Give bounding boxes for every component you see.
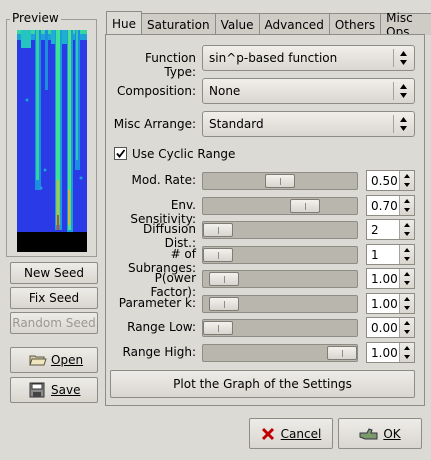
slider-value-spinbox[interactable]: 2 (366, 219, 415, 240)
slider-value-spinbox[interactable]: 1 (366, 244, 415, 265)
composition-select[interactable]: None (202, 78, 415, 104)
slider-track[interactable] (202, 295, 358, 313)
updown-arrows-icon (400, 51, 407, 65)
plot-graph-button[interactable]: Plot the Graph of the Settings (110, 370, 415, 398)
slider-thumb[interactable] (209, 272, 239, 286)
new-seed-button[interactable]: New Seed (10, 262, 98, 284)
slider-label: Diffusion Dist.: (143, 222, 196, 250)
updown-arrows-icon (404, 346, 410, 359)
slider-label: Range High: (122, 345, 196, 359)
slider-value-spinbox[interactable]: 0.00 (366, 317, 415, 338)
spin-arrows[interactable] (399, 220, 414, 239)
spin-arrows[interactable] (399, 269, 414, 288)
function-type-label: Function Type: (144, 51, 196, 79)
slider-value-spinbox[interactable]: 0.50 (366, 170, 415, 191)
slider-value-spinbox[interactable]: 1.00 (366, 293, 415, 314)
composition-value: None (209, 84, 241, 98)
cancel-button-label: Cancel (280, 426, 322, 441)
spinbox-value: 0.70 (371, 198, 398, 213)
slider-thumb[interactable] (209, 297, 239, 311)
spin-arrows[interactable] (399, 196, 414, 215)
slider-track[interactable] (202, 270, 358, 288)
updown-arrows-icon (404, 174, 410, 187)
tab-misc-ops[interactable]: Misc Ops. (380, 11, 431, 39)
preview-label: Preview (10, 11, 61, 25)
spin-arrows[interactable] (399, 318, 414, 337)
cyclic-range-label: Use Cyclic Range (132, 147, 236, 161)
spinbox-value: 0.50 (371, 173, 398, 188)
slider-track[interactable] (202, 319, 358, 337)
spinbox-value: 1 (371, 247, 379, 262)
preview-image (17, 30, 87, 252)
cancel-button[interactable]: Cancel (249, 418, 333, 449)
ok-button[interactable]: OK (338, 418, 422, 449)
slider-label: Mod. Rate: (131, 173, 197, 187)
spinbox-value: 0.00 (371, 320, 398, 335)
slider-label: P(ower Factor): (150, 271, 196, 299)
random-seed-button[interactable]: Random Seed (10, 312, 98, 334)
slider-label: Range Low: (127, 320, 196, 334)
updown-arrows-icon (404, 199, 410, 212)
updown-arrows-icon (404, 321, 410, 334)
tab-advanced[interactable]: Advanced (258, 13, 330, 35)
tab-bar: Hue Saturation Value Advanced Others Mis… (106, 11, 431, 39)
function-type-value: sin^p-based function (209, 51, 338, 65)
spin-arrows[interactable] (399, 294, 414, 313)
checkmark-icon (116, 149, 126, 158)
slider-thumb[interactable] (327, 346, 357, 360)
ok-button-label: OK (383, 426, 401, 441)
slider-track[interactable] (202, 344, 358, 362)
open-button-label: Open (51, 353, 84, 367)
slider-thumb[interactable] (203, 223, 233, 237)
tab-others[interactable]: Others (328, 13, 382, 35)
slider-value-spinbox[interactable]: 0.70 (366, 195, 415, 216)
slider-label: Parameter k: (118, 296, 196, 310)
updown-arrows-icon (404, 248, 410, 261)
updown-arrows-icon (400, 84, 407, 98)
spinbox-value: 1.00 (371, 345, 398, 360)
spinbox-value: 1.00 (371, 296, 398, 311)
function-type-select[interactable]: sin^p-based function (202, 45, 415, 71)
tab-hue[interactable]: Hue (106, 11, 143, 35)
spin-arrows[interactable] (399, 245, 414, 264)
cancel-x-icon (261, 427, 274, 440)
preview-canvas (17, 30, 87, 252)
misc-arrange-value: Standard (209, 117, 264, 131)
slider-track[interactable] (202, 221, 358, 239)
composition-label: Composition: (117, 84, 196, 98)
slider-track[interactable] (202, 246, 358, 264)
misc-arrange-select[interactable]: Standard (202, 111, 415, 137)
spin-arrows[interactable] (399, 171, 414, 190)
slider-thumb[interactable] (290, 199, 320, 213)
slider-value-spinbox[interactable]: 1.00 (366, 342, 415, 363)
slider-thumb[interactable] (203, 248, 233, 262)
spinbox-value: 1.00 (371, 271, 398, 286)
tab-saturation[interactable]: Saturation (141, 13, 216, 35)
spin-arrows[interactable] (399, 343, 414, 362)
slider-thumb[interactable] (203, 321, 233, 335)
save-button-label: Save (51, 383, 81, 397)
updown-arrows-icon (404, 223, 410, 236)
slider-value-spinbox[interactable]: 1.00 (366, 268, 415, 289)
slider-thumb[interactable] (265, 174, 295, 188)
tab-value[interactable]: Value (214, 13, 260, 35)
spinbox-value: 2 (371, 222, 379, 237)
slider-track[interactable] (202, 172, 358, 190)
floppy-disk-icon (29, 382, 45, 398)
save-button[interactable]: Save (10, 377, 98, 403)
cyclic-range-checkbox[interactable] (114, 147, 127, 160)
folder-open-icon (29, 355, 47, 366)
fix-seed-button[interactable]: Fix Seed (10, 287, 98, 309)
open-button[interactable]: Open (10, 347, 98, 373)
misc-arrange-label: Misc Arrange: (113, 117, 196, 131)
updown-arrows-icon (400, 117, 407, 131)
slider-track[interactable] (202, 197, 358, 215)
ok-hand-icon (359, 427, 378, 439)
updown-arrows-icon (404, 272, 410, 285)
updown-arrows-icon (404, 297, 410, 310)
